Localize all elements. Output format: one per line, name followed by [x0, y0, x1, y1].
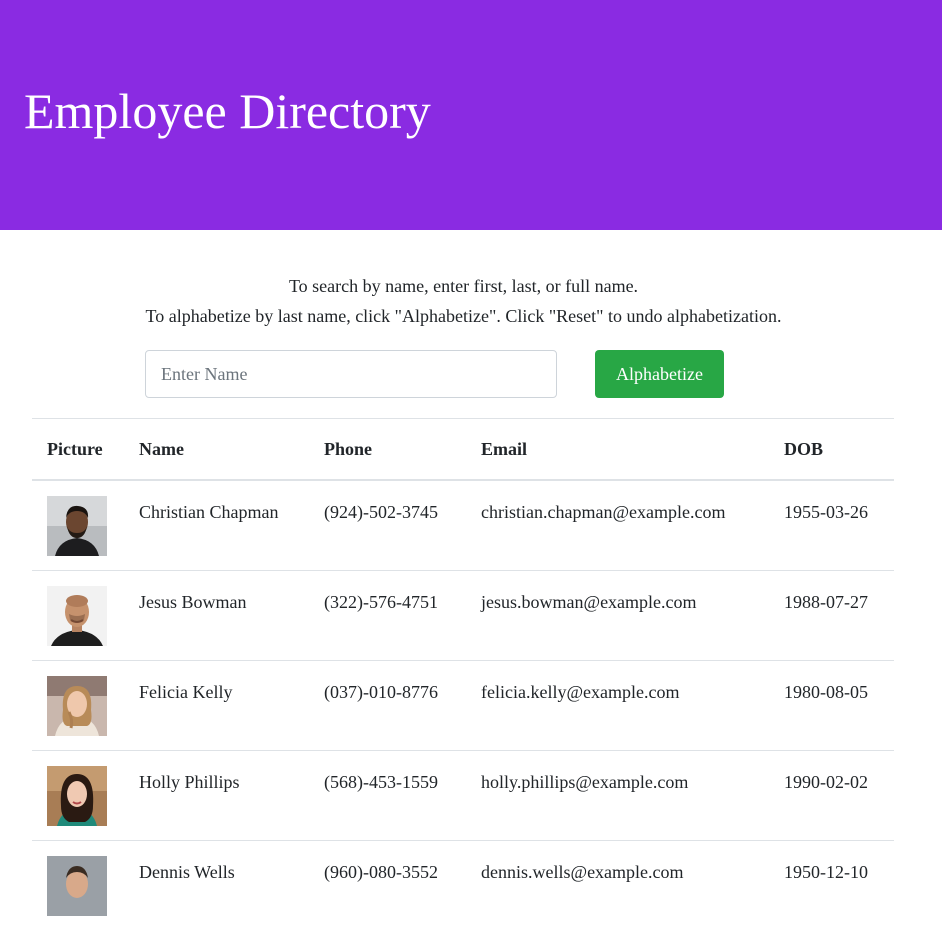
instruction-line-search: To search by name, enter first, last, or…: [288, 276, 639, 296]
page-header: Employee Directory: [0, 0, 942, 230]
table-row: Felicia Kelly (037)-010-8776 felicia.kel…: [32, 659, 894, 750]
page-title: Employee Directory: [24, 83, 431, 139]
picture-cell: [32, 659, 124, 750]
employee-dob: 1955-03-26: [769, 479, 894, 570]
employee-name: Christian Chapman: [124, 479, 309, 570]
table-row: Holly Phillips (568)-453-1559 holly.phil…: [32, 749, 894, 840]
employee-dob: 1980-08-05: [769, 659, 894, 750]
employee-name: Dennis Wells: [124, 839, 309, 930]
employee-photo: [47, 675, 107, 736]
instruction-line-alphabetize: To alphabetize by last name, click "Alph…: [145, 306, 782, 326]
employee-dob: 1950-12-10: [769, 839, 894, 930]
table-row: Dennis Wells (960)-080-3552 dennis.wells…: [32, 839, 894, 930]
alphabetize-button[interactable]: Alphabetize: [595, 350, 724, 398]
name-search-input[interactable]: [145, 350, 557, 398]
employee-phone: (924)-502-3745: [309, 479, 466, 570]
column-header-email: Email: [466, 418, 769, 481]
employee-name: Holly Phillips: [124, 749, 309, 840]
table-body: Christian Chapman (924)-502-3745 christi…: [32, 479, 894, 930]
employee-phone: (960)-080-3552: [309, 839, 466, 930]
employee-phone: (322)-576-4751: [309, 569, 466, 660]
column-header-name: Name: [124, 418, 309, 481]
employee-email: felicia.kelly@example.com: [466, 659, 769, 750]
employee-email: dennis.wells@example.com: [466, 839, 769, 930]
employee-email: christian.chapman@example.com: [466, 479, 769, 570]
column-header-picture: Picture: [32, 418, 124, 481]
picture-cell: [32, 569, 124, 660]
employee-photo: [47, 585, 107, 646]
employee-photo: [47, 765, 107, 826]
column-header-phone: Phone: [309, 418, 466, 481]
table-row: Jesus Bowman (322)-576-4751 jesus.bowman…: [32, 569, 894, 660]
column-header-dob: DOB: [769, 418, 894, 481]
employee-photo: [47, 855, 107, 916]
picture-cell: [32, 839, 124, 930]
picture-cell: [32, 479, 124, 570]
employee-email: holly.phillips@example.com: [466, 749, 769, 840]
table-row: Christian Chapman (924)-502-3745 christi…: [32, 479, 894, 570]
search-instructions: To search by name, enter first, last, or…: [0, 271, 927, 331]
employee-name: Felicia Kelly: [124, 659, 309, 750]
employee-email: jesus.bowman@example.com: [466, 569, 769, 660]
employee-name: Jesus Bowman: [124, 569, 309, 660]
employee-phone: (568)-453-1559: [309, 749, 466, 840]
employee-photo: [47, 496, 107, 556]
employee-phone: (037)-010-8776: [309, 659, 466, 750]
table-header: Picture Name Phone Email DOB: [32, 418, 894, 481]
employee-table: Picture Name Phone Email DOB Christian C…: [32, 418, 894, 930]
employee-dob: 1988-07-27: [769, 569, 894, 660]
table-header-row: Picture Name Phone Email DOB: [32, 418, 894, 481]
employee-dob: 1990-02-02: [769, 749, 894, 840]
picture-cell: [32, 749, 124, 840]
